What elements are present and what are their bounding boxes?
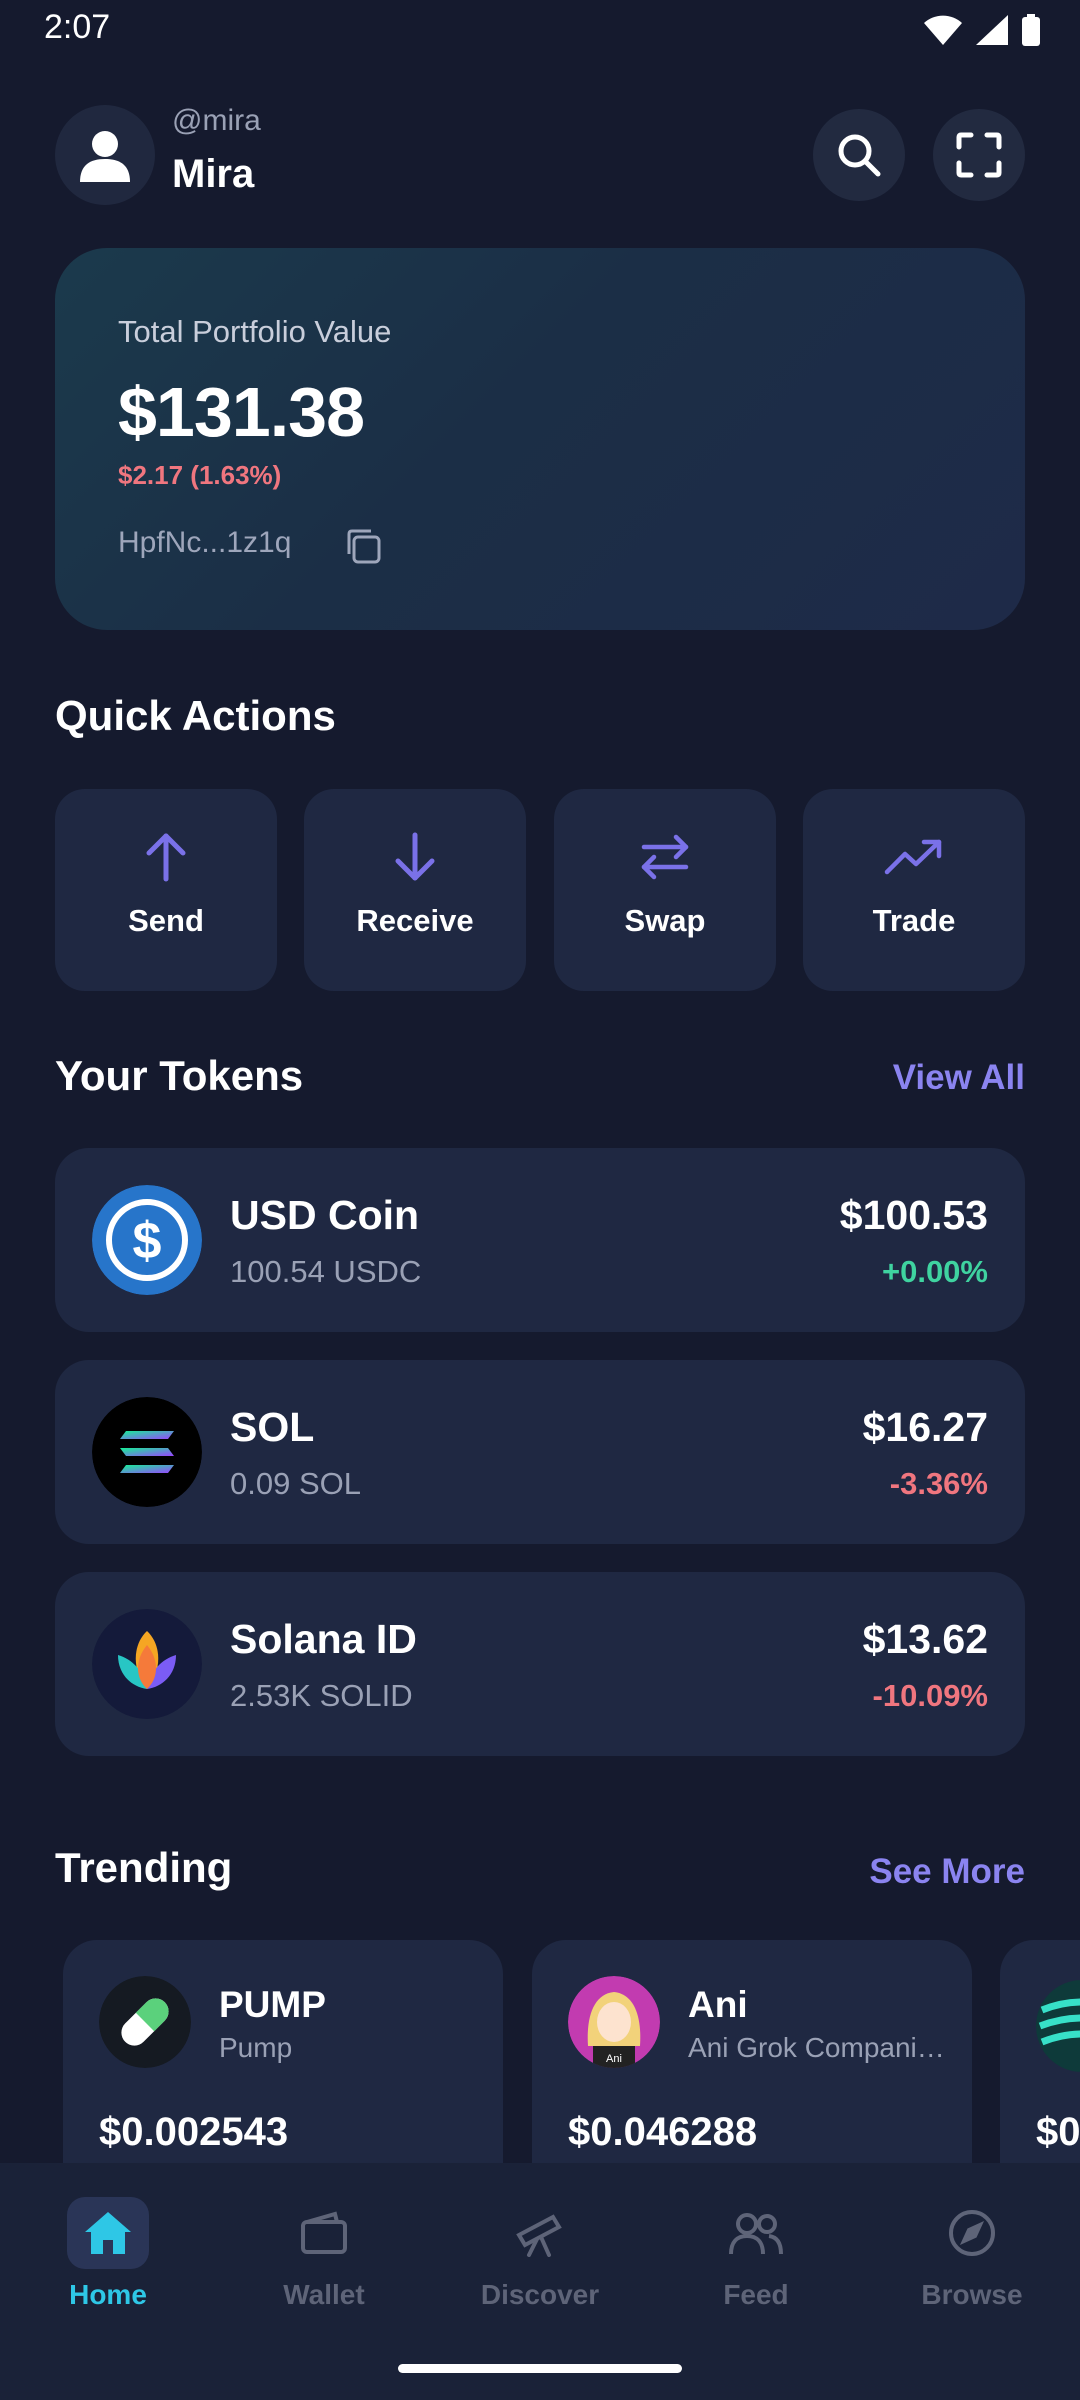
nav-label-browse: Browse xyxy=(921,2279,1023,2310)
token-row-solana-id[interactable]: Solana ID 2.53K SOLID $13.62 -10.09% xyxy=(55,1572,1025,1756)
trade-label: Trade xyxy=(872,903,956,938)
swap-label: Swap xyxy=(624,903,706,938)
token-change: -3.36% xyxy=(889,1466,988,1501)
nav-browse[interactable]: Browse xyxy=(882,2197,1062,2311)
signal-icon xyxy=(976,15,1008,45)
trending-name: Pump xyxy=(219,2032,293,2063)
trending-name: Ani Grok Compani… xyxy=(688,2032,945,2063)
portfolio-card: Total Portfolio Value $131.38 $2.17 (1.6… xyxy=(55,248,1025,630)
avatar[interactable] xyxy=(55,105,155,205)
copy-address-button[interactable] xyxy=(343,526,383,571)
view-all-link[interactable]: View All xyxy=(893,1058,1025,1098)
arrow-down-icon xyxy=(395,832,435,881)
nav-label-discover: Discover xyxy=(480,2279,600,2310)
nav-feed[interactable]: Feed xyxy=(666,2197,846,2311)
user-name: Mira xyxy=(172,152,255,196)
trending-price: $0.046288 xyxy=(568,2110,758,2154)
see-more-link[interactable]: See More xyxy=(869,1852,1025,1892)
receive-label: Receive xyxy=(356,903,474,938)
nav-label-wallet: Wallet xyxy=(283,2279,365,2310)
nav-label-home: Home xyxy=(69,2279,147,2310)
home-icon xyxy=(85,2212,131,2254)
wallet-icon xyxy=(301,2211,347,2254)
trending-price: $0.002543 xyxy=(99,2110,289,2154)
token-value: $16.27 xyxy=(862,1404,988,1450)
nav-discover[interactable]: Discover xyxy=(450,2197,630,2311)
telescope-icon xyxy=(516,2214,562,2257)
search-icon xyxy=(838,134,881,177)
token-change: +0.00% xyxy=(881,1254,988,1289)
trade-button[interactable]: Trade xyxy=(803,789,1025,991)
nav-label-feed: Feed xyxy=(723,2279,789,2310)
token-row-sol[interactable]: SOL 0.09 SOL $16.27 -3.36% xyxy=(55,1360,1025,1544)
people-icon xyxy=(729,2213,783,2255)
user-icon xyxy=(80,131,130,182)
sol-logo-icon xyxy=(92,1397,202,1507)
arrow-up-icon xyxy=(146,833,186,882)
compass-icon xyxy=(949,2210,995,2256)
search-button[interactable] xyxy=(813,109,905,201)
ani-logo-caption: Ani xyxy=(606,2053,622,2065)
svg-text:$: $ xyxy=(133,1212,162,1270)
receive-button[interactable]: Receive xyxy=(304,789,526,991)
token-change: -10.09% xyxy=(872,1678,988,1713)
user-handle: @mira xyxy=(172,104,261,137)
quick-actions-title: Quick Actions xyxy=(55,692,336,739)
token-value: $13.62 xyxy=(862,1616,988,1662)
token-name: SOL xyxy=(230,1404,315,1450)
ani-avatar-icon: Ani xyxy=(568,1976,660,2068)
usdc-logo-icon: $ xyxy=(92,1185,202,1295)
scan-button[interactable] xyxy=(933,109,1025,201)
status-time: 2:07 xyxy=(44,8,111,46)
portfolio-change: $2.17 (1.63%) xyxy=(118,460,282,490)
wifi-icon xyxy=(924,15,962,45)
nav-wallet[interactable]: Wallet xyxy=(234,2197,414,2311)
partial-token-logo-icon xyxy=(1036,1980,1080,2072)
portfolio-label: Total Portfolio Value xyxy=(118,314,392,349)
trending-symbol: PUMP xyxy=(219,1984,326,2025)
token-amount: 0.09 SOL xyxy=(230,1466,361,1501)
token-name: Solana ID xyxy=(230,1616,417,1662)
tokens-title: Your Tokens xyxy=(55,1052,304,1099)
wallet-address: HpfNc...1z1q xyxy=(118,526,292,559)
trending-up-icon xyxy=(884,839,942,875)
send-button[interactable]: Send xyxy=(55,789,277,991)
trending-price: $0 xyxy=(1036,2110,1080,2154)
home-indicator[interactable] xyxy=(398,2364,682,2373)
pump-pill-icon xyxy=(99,1976,191,2068)
send-label: Send xyxy=(128,903,204,938)
token-name: USD Coin xyxy=(230,1192,420,1238)
trending-title: Trending xyxy=(55,1844,233,1891)
copy-icon xyxy=(347,529,381,564)
scan-icon xyxy=(956,132,1002,178)
trending-symbol: Ani xyxy=(688,1984,748,2025)
swap-icon xyxy=(641,834,689,880)
status-icons xyxy=(924,14,1040,46)
token-row-usdc[interactable]: $ USD Coin 100.54 USDC $100.53 +0.00% xyxy=(55,1148,1025,1332)
battery-icon xyxy=(1022,14,1040,46)
token-amount: 100.54 USDC xyxy=(230,1254,422,1289)
token-value: $100.53 xyxy=(839,1192,988,1238)
token-amount: 2.53K SOLID xyxy=(230,1678,413,1713)
swap-button[interactable]: Swap xyxy=(554,789,776,991)
nav-home[interactable]: Home xyxy=(18,2197,198,2311)
portfolio-value: $131.38 xyxy=(118,373,365,451)
solana-id-logo-icon xyxy=(92,1609,202,1719)
